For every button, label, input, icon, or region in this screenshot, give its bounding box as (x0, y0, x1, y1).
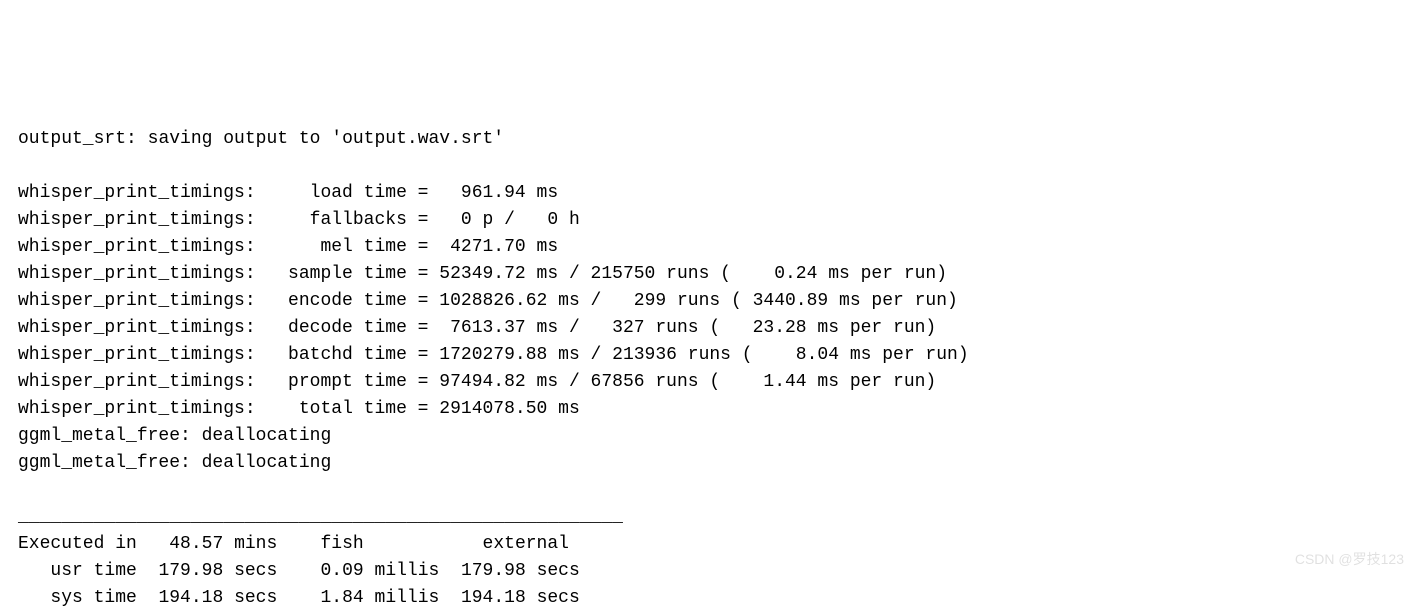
timing-mel-line: whisper_print_timings: mel time = 4271.7… (18, 237, 558, 257)
sample-per-run: 0.24 (774, 264, 817, 284)
output-srt-filename: 'output.wav.srt' (331, 129, 504, 149)
batchd-runs: 213936 (612, 345, 677, 365)
sys-fish-value: 1.84 (321, 588, 364, 608)
output-srt-line: output_srt: saving output to 'output.wav… (18, 129, 504, 149)
output-srt-prefix: output_srt: (18, 129, 137, 149)
encode-runs: 299 (634, 291, 666, 311)
load-time-value: 961.94 (461, 183, 526, 203)
timing-batchd-line: whisper_print_timings: batchd time = 172… (18, 345, 969, 365)
decode-per-run: 23.28 (753, 318, 807, 338)
fish-col-header: fish (321, 534, 364, 554)
prompt-time-value: 97494.82 (439, 372, 525, 392)
timing-prompt-line: whisper_print_timings: prompt time = 974… (18, 372, 936, 392)
sys-time-value: 194.18 (158, 588, 223, 608)
separator-line: ________________________________________… (18, 507, 623, 527)
sample-runs: 215750 (591, 264, 656, 284)
ggml-free-line-1: ggml_metal_free: deallocating (18, 426, 331, 446)
sys-ext-value: 194.18 (461, 588, 526, 608)
timing-load-line: whisper_print_timings: load time = 961.9… (18, 183, 558, 203)
sys-time-line: sys time 194.18 secs 1.84 millis 194.18 … (18, 588, 580, 608)
prompt-per-run: 1.44 (763, 372, 806, 392)
timing-encode-line: whisper_print_timings: encode time = 102… (18, 291, 958, 311)
mel-time-value: 4271.70 (450, 237, 526, 257)
timing-sample-line: whisper_print_timings: sample time = 523… (18, 264, 947, 284)
sample-time-value: 52349.72 (439, 264, 525, 284)
usr-time-value: 179.98 (158, 561, 223, 581)
fallbacks-h: 0 (547, 210, 558, 230)
executed-header-line: Executed in 48.57 mins fish external (18, 534, 569, 554)
encode-time-value: 1028826.62 (439, 291, 547, 311)
output-srt-msg: saving output to (148, 129, 321, 149)
watermark-text: CSDN @罗技123 (1295, 549, 1404, 570)
decode-time-value: 7613.37 (450, 318, 526, 338)
timing-decode-line: whisper_print_timings: decode time = 761… (18, 318, 936, 338)
fallbacks-p: 0 (461, 210, 472, 230)
usr-fish-value: 0.09 (321, 561, 364, 581)
prompt-runs: 67856 (591, 372, 645, 392)
usr-time-line: usr time 179.98 secs 0.09 millis 179.98 … (18, 561, 580, 581)
batchd-per-run: 8.04 (796, 345, 839, 365)
external-col-header: external (483, 534, 569, 554)
encode-per-run: 3440.89 (753, 291, 829, 311)
ggml-free-line-2: ggml_metal_free: deallocating (18, 453, 331, 473)
timing-fallbacks-line: whisper_print_timings: fallbacks = 0 p /… (18, 210, 580, 230)
total-time-value: 2914078.50 (439, 399, 547, 419)
batchd-time-value: 1720279.88 (439, 345, 547, 365)
timing-total-line: whisper_print_timings: total time = 2914… (18, 399, 580, 419)
executed-in-value: 48.57 (169, 534, 223, 554)
decode-runs: 327 (612, 318, 644, 338)
usr-ext-value: 179.98 (461, 561, 526, 581)
